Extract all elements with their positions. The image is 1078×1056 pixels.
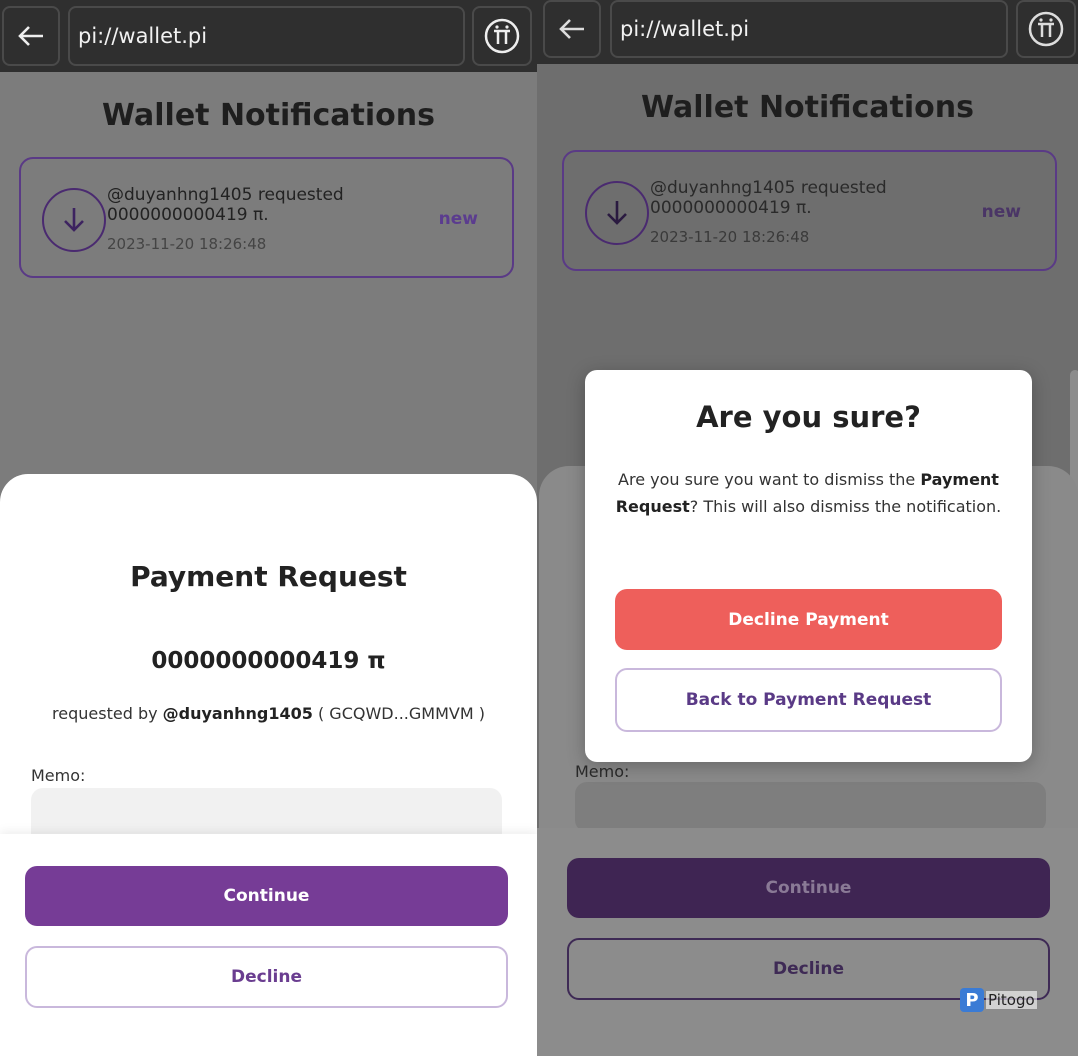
- requester-address: ( GCQWD...GMMVM ): [312, 704, 485, 723]
- watermark: P Pitogo: [960, 988, 1037, 1012]
- pi-coin-icon: [484, 18, 520, 54]
- back-to-request-button[interactable]: Back to Payment Request: [615, 668, 1002, 732]
- notification-date: 2023-11-20 18:26:48: [650, 228, 810, 246]
- url-field[interactable]: pi://wallet.pi: [610, 0, 1008, 58]
- pi-browser-button[interactable]: [1016, 0, 1076, 58]
- dialog-message: Are you sure you want to dismiss the Pay…: [615, 470, 1002, 516]
- right-screen: pi://wallet.pi Wallet Notifications @duy…: [537, 0, 1078, 1056]
- memo-label: Memo:: [31, 766, 86, 785]
- dialog-title: Are you sure?: [696, 400, 921, 434]
- back-arrow-icon: [559, 19, 584, 39]
- requested-by-line: requested by @duyanhng1405 ( GCQWD...GMM…: [52, 704, 485, 723]
- continue-button[interactable]: Continue: [25, 866, 508, 926]
- left-screen: pi://wallet.pi Wallet Notifications @duy…: [0, 0, 537, 1056]
- address-bar: pi://wallet.pi: [0, 0, 537, 72]
- memo-field: [575, 782, 1046, 832]
- pi-browser-button[interactable]: [472, 6, 532, 66]
- back-button[interactable]: [2, 6, 60, 66]
- watermark-text: Pitogo: [986, 991, 1037, 1009]
- payment-amount: 0000000000419 π: [151, 648, 386, 674]
- sheet-title: Payment Request: [130, 560, 407, 593]
- pi-coin-icon: [1028, 11, 1064, 47]
- continue-button[interactable]: Continue: [567, 858, 1050, 918]
- requester-username: @duyanhng1405: [162, 704, 313, 723]
- back-button[interactable]: [543, 0, 601, 58]
- decline-payment-button[interactable]: Decline Payment: [615, 589, 1002, 650]
- url-field[interactable]: pi://wallet.pi: [68, 6, 465, 66]
- download-arrow-icon: [42, 188, 106, 252]
- new-badge: new: [438, 209, 478, 229]
- notification-card[interactable]: @duyanhng1405 requested 0000000000419 π.…: [19, 157, 514, 278]
- page-title: Wallet Notifications: [640, 90, 975, 125]
- confirm-dismiss-dialog: Are you sure? Are you sure you want to d…: [585, 370, 1032, 762]
- address-bar: pi://wallet.pi: [537, 0, 1078, 64]
- page-title: Wallet Notifications: [101, 98, 436, 133]
- notification-message: @duyanhng1405 requested 0000000000419 π.: [107, 185, 344, 225]
- new-badge: new: [981, 202, 1021, 222]
- action-bar: Continue Decline: [537, 828, 1078, 1056]
- back-arrow-icon: [18, 26, 43, 46]
- decline-button[interactable]: Decline: [25, 946, 508, 1008]
- action-bar: Continue Decline: [0, 834, 537, 1056]
- notification-message: @duyanhng1405 requested 0000000000419 π.: [650, 178, 887, 218]
- notification-card[interactable]: @duyanhng1405 requested 0000000000419 π.…: [562, 150, 1057, 271]
- pitogo-logo-icon: P: [960, 988, 984, 1012]
- download-arrow-icon: [585, 181, 649, 245]
- notification-date: 2023-11-20 18:26:48: [107, 235, 267, 253]
- memo-label: Memo:: [575, 762, 630, 781]
